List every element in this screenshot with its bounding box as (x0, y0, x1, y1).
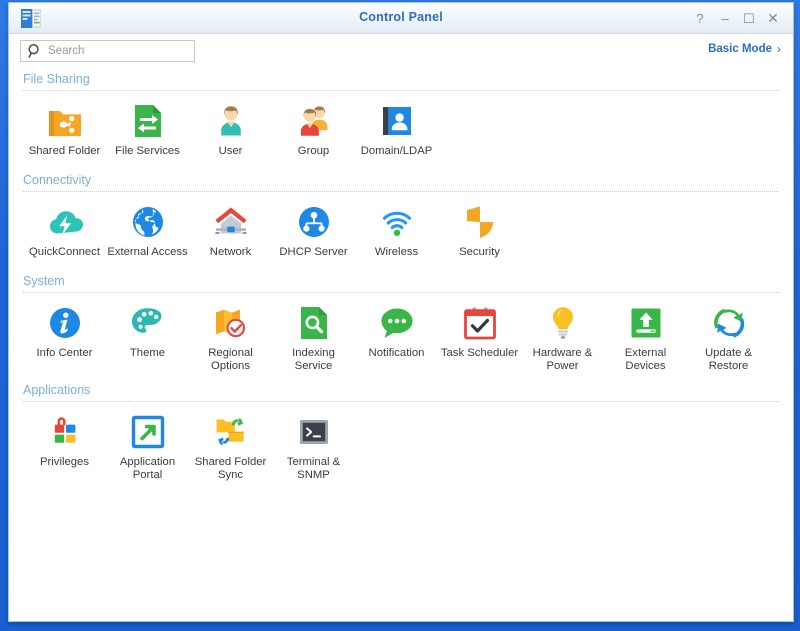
tile-label: Theme (129, 347, 166, 359)
section-header: File Sharing (23, 72, 90, 86)
group-icon (294, 101, 334, 141)
tile-theme[interactable]: Theme (106, 303, 189, 365)
title-bar: Control Panel ? – ☐ ✕ (9, 3, 793, 34)
section-connectivity: Connectivity QuickConnect External Acces… (9, 169, 793, 270)
notification-icon (377, 303, 417, 343)
file-services-icon (128, 101, 168, 141)
tile-notification[interactable]: Notification (355, 303, 438, 365)
mode-toggle-label: Basic Mode (708, 43, 772, 55)
tile-hardware-power[interactable]: Hardware & Power (521, 303, 604, 373)
tile-label: Wireless (374, 246, 419, 258)
tile-label: Hardware & Power (532, 347, 593, 372)
tile-label: Domain/LDAP (360, 145, 433, 157)
search-icon (26, 42, 44, 60)
tile-update-restore[interactable]: Update & Restore (687, 303, 770, 373)
section-header: Applications (23, 383, 91, 397)
tile-label: Notification (368, 347, 425, 359)
tile-label: Indexing Service (292, 347, 335, 372)
shared-folder-icon (45, 101, 85, 141)
regional-options-icon (211, 303, 251, 343)
tile-shared-folder-sync[interactable]: Shared Folder Sync (189, 412, 272, 482)
search-input[interactable] (44, 45, 194, 57)
shared-folder-sync-icon (211, 412, 251, 452)
tile-wireless[interactable]: Wireless (355, 202, 438, 264)
wireless-icon (377, 202, 417, 242)
task-scheduler-icon (460, 303, 500, 343)
control-panel-window: Control Panel ? – ☐ ✕ Basic Mode › File … (8, 2, 794, 622)
tile-info-center[interactable]: Info Center (23, 303, 106, 365)
window-title: Control Panel (359, 10, 443, 24)
tile-label: File Services (115, 145, 180, 157)
tile-regional-options[interactable]: Regional Options (189, 303, 272, 373)
tile-label: Task Scheduler (440, 347, 519, 359)
mode-toggle-button[interactable]: Basic Mode › (708, 42, 781, 56)
tile-label: Network (209, 246, 252, 258)
section-applications: Applications Privileges Application Port… (9, 379, 793, 488)
tile-dhcp-server[interactable]: DHCP Server (272, 202, 355, 264)
tile-label: QuickConnect (29, 246, 100, 258)
privileges-icon (45, 412, 85, 452)
tile-user[interactable]: User (189, 101, 272, 163)
tile-label: Info Center (36, 347, 93, 359)
tile-label: Group (297, 145, 330, 157)
tile-grid: Shared Folder File Services User Group D… (9, 91, 793, 169)
tile-privileges[interactable]: Privileges (23, 412, 106, 474)
external-access-icon (128, 202, 168, 242)
tile-file-services[interactable]: File Services (106, 101, 189, 163)
search-box[interactable] (20, 40, 195, 62)
network-icon (211, 202, 251, 242)
external-devices-icon (626, 303, 666, 343)
section-system: System Info Center Theme Regional Option… (9, 270, 793, 379)
tile-label: Privileges (40, 456, 89, 468)
tile-label: DHCP Server (279, 246, 348, 258)
theme-icon (128, 303, 168, 343)
section-header: Connectivity (23, 173, 92, 187)
section-file-sharing: File Sharing Shared Folder File Services… (9, 68, 793, 169)
domain-ldap-icon (377, 101, 417, 141)
info-center-icon (45, 303, 85, 343)
chevron-right-icon: › (777, 42, 781, 56)
tile-label: Update & Restore (704, 347, 753, 372)
tile-domain-ldap[interactable]: Domain/LDAP (355, 101, 438, 163)
tile-quickconnect[interactable]: QuickConnect (23, 202, 106, 264)
maximize-button[interactable]: ☐ (741, 11, 757, 27)
tile-group[interactable]: Group (272, 101, 355, 163)
security-icon (460, 202, 500, 242)
tile-label: External Devices (624, 347, 667, 372)
tile-label: Security (459, 246, 500, 258)
quickconnect-icon (45, 202, 85, 242)
tile-network[interactable]: Network (189, 202, 272, 264)
dhcp-server-icon (294, 202, 334, 242)
tile-grid: Privileges Application Portal Shared Fol… (9, 402, 793, 488)
hardware-power-icon (543, 303, 583, 343)
tile-label: Shared Folder (28, 145, 101, 157)
tile-label: External Access (107, 246, 188, 258)
tile-grid: Info Center Theme Regional Options Index… (9, 293, 793, 379)
tile-external-access[interactable]: External Access (106, 202, 189, 264)
tile-label: Terminal & SNMP (286, 456, 341, 481)
tile-label: Application Portal (119, 456, 176, 481)
application-portal-icon (128, 412, 168, 452)
tile-external-devices[interactable]: External Devices (604, 303, 687, 373)
tile-terminal-snmp[interactable]: Terminal & SNMP (272, 412, 355, 482)
user-icon (211, 101, 251, 141)
toolbar: Basic Mode › (9, 38, 793, 68)
control-panel-content: File Sharing Shared Folder File Services… (9, 68, 793, 621)
minimize-button[interactable]: – (717, 11, 733, 27)
help-button[interactable]: ? (692, 11, 708, 27)
tile-label: User (218, 145, 243, 157)
tile-shared-folder[interactable]: Shared Folder (23, 101, 106, 163)
close-button[interactable]: ✕ (765, 11, 781, 27)
update-restore-icon (709, 303, 749, 343)
indexing-service-icon (294, 303, 334, 343)
tile-application-portal[interactable]: Application Portal (106, 412, 189, 482)
tile-security[interactable]: Security (438, 202, 521, 264)
tile-indexing-service[interactable]: Indexing Service (272, 303, 355, 373)
tile-label: Regional Options (208, 347, 253, 372)
tile-task-scheduler[interactable]: Task Scheduler (438, 303, 521, 365)
section-header: System (23, 274, 65, 288)
tile-label: Shared Folder Sync (194, 456, 267, 481)
terminal-snmp-icon (294, 412, 334, 452)
tile-grid: QuickConnect External Access Network DHC… (9, 192, 793, 270)
